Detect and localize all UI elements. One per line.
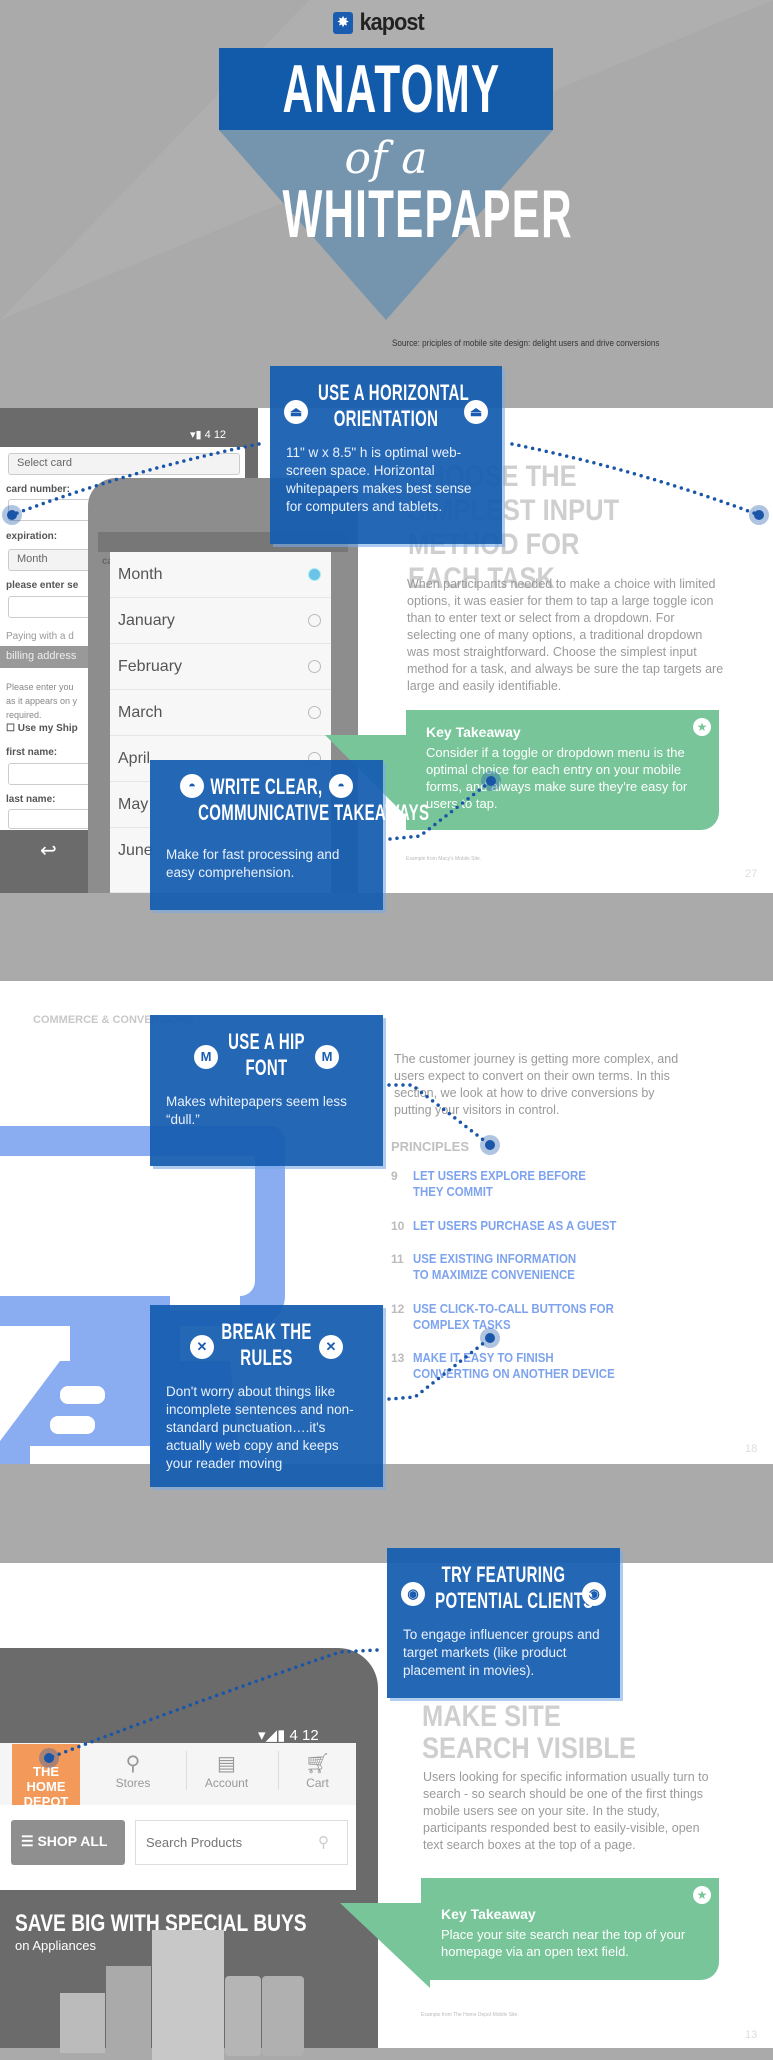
shop-all-button[interactable]: ☰ SHOP ALL	[11, 1820, 125, 1865]
radio-icon	[308, 706, 321, 719]
last-name-label: last name:	[6, 794, 56, 805]
home-depot-logo[interactable]: THE HOME DEPOT	[12, 1744, 80, 1809]
principle-item[interactable]: LET USERS PURCHASE AS A GUEST	[413, 1218, 616, 1234]
status-time: 4 12	[204, 429, 227, 441]
key-takeaway-box: ★ Key Takeaway Consider if a toggle or d…	[406, 710, 719, 830]
security-code-label: please enter se	[6, 580, 79, 591]
iron-icon: ⏏	[284, 400, 308, 424]
logo-text: kapost	[359, 9, 425, 36]
principle-item[interactable]: MAKE IT EASY TO FINISH CONVERTING ON ANOT…	[413, 1350, 615, 1382]
month-option[interactable]: February	[110, 644, 331, 690]
title-whitepaper: WHITEPAPER	[282, 176, 573, 252]
status-time: 4 12	[289, 1727, 319, 1744]
kapost-logo-icon: ✸	[333, 12, 353, 34]
callout-hip-font: M M USE A HIP FONT Makes whitepapers seem…	[150, 1015, 383, 1166]
takeaway-text: Consider if a toggle or dropdown menu is…	[426, 745, 688, 811]
callout-break-rules: ✕ ✕ BREAK THE RULES Don't worry about thi…	[150, 1305, 383, 1487]
key-takeaway-box: ★ Key Takeaway Place your site search ne…	[421, 1878, 719, 1980]
eye-icon: ◉	[401, 1582, 425, 1606]
app-header: THE HOME DEPOT ⚲ Stores ▤ Account 🛒︎ Cart	[0, 1743, 356, 1809]
callout-body: Don't worry about things like incomplete…	[166, 1384, 354, 1471]
callout-body: Makes whitepapers seem less “dull.”	[166, 1094, 347, 1127]
radio-icon	[308, 660, 321, 673]
whitepaper-page-18: COMMERCE & CONVERSIONS The customer jour…	[0, 981, 773, 1464]
back-arrow-icon[interactable]: ↩	[40, 838, 57, 863]
principle-item[interactable]: LET USERS EXPLORE BEFORE THEY COMMIT	[413, 1168, 586, 1200]
principles-label: PRINCIPLES	[391, 1139, 470, 1154]
month-option[interactable]: January	[110, 598, 331, 644]
page-body-text: Users looking for specific information u…	[423, 1770, 709, 1852]
principle-item[interactable]: USE CLICK-TO-CALL BUTTONS FOR COMPLEX TAS…	[413, 1301, 614, 1333]
callout-potential-clients: ◉ ◉ TRY FEATURING POTENTIAL CLIENTS To en…	[387, 1548, 620, 1698]
page-heading: MAKE SITE SEARCH VISIBLE	[422, 1701, 674, 1765]
principle-item[interactable]: USE EXISTING INFORMATION TO MAXIMIZE CONV…	[413, 1251, 576, 1283]
star-icon: ★	[693, 718, 711, 736]
page-body-text: When participants needed to make a choic…	[407, 577, 724, 693]
page-number: 27	[745, 868, 758, 880]
nav-cart[interactable]: 🛒︎ Cart	[278, 1751, 356, 1790]
heading-line: MAKE SITE	[422, 1700, 561, 1733]
radio-icon	[308, 614, 321, 627]
page-caption: Example from The Home Depot Mobile Site.	[421, 2012, 519, 2018]
callout-body: Make for fast processing and easy compre…	[166, 847, 340, 880]
search-products-input[interactable]	[135, 1820, 348, 1865]
billing-note: Please enter you as it appears on y requir…	[6, 682, 78, 720]
star-icon: ★	[693, 1886, 711, 1904]
title-anatomy: ANATOMY	[282, 51, 501, 127]
takeaway-label: Key Takeaway	[426, 724, 521, 740]
takeaway-label: Key Takeaway	[441, 1906, 536, 1922]
expiration-label: expiration:	[6, 531, 58, 542]
page-number: 18	[745, 1443, 758, 1455]
callout-write-clear: ◓ ◓ WRITE CLEAR, COMMUNICATIVE TAKEAWAYS …	[150, 760, 429, 910]
nav-stores[interactable]: ⚲ Stores	[93, 1751, 173, 1790]
section-intro: The customer journey is getting more com…	[394, 1052, 679, 1117]
home-depot-phone: ▾◢▮ 4 12 THE HOME DEPOT ⚲ Stores ▤ Account…	[0, 1648, 378, 2060]
nav-account[interactable]: ▤ Account	[186, 1751, 266, 1790]
callout-body: To engage influencer groups and target m…	[403, 1627, 600, 1678]
cart-icon: 🛒︎	[304, 1753, 331, 1775]
takeaway-text: Place your site search near the top of y…	[441, 1927, 686, 1959]
title-banner: ANATOMY	[219, 48, 553, 130]
page-caption: Example from Macy's Mobile Site.	[406, 856, 482, 862]
callout-horizontal-orientation: ⏏ ⏏ USE A HORIZONTAL ORIENTATION 11" w x …	[270, 366, 502, 544]
paying-note: Paying with a d	[6, 631, 74, 642]
page-number: 13	[745, 2029, 758, 2041]
source-note: Source: priciples of mobile site design:…	[392, 338, 660, 348]
month-option[interactable]: March	[110, 690, 331, 736]
location-pin-icon: ⚲	[125, 1753, 141, 1775]
month-option[interactable]: Month	[110, 552, 331, 598]
search-icon[interactable]: ⚲	[318, 1833, 329, 1851]
promo-subtitle: on Appliances	[15, 1938, 96, 1953]
radio-selected-icon	[308, 568, 321, 581]
kapost-logo: ✸ kapost	[333, 9, 427, 37]
search-row: ☰ SHOP ALL ⚲	[0, 1805, 356, 1890]
heading-line: SEARCH VISIBLE	[422, 1732, 636, 1765]
card-number-label: card number:	[6, 484, 70, 495]
use-shipping-checkbox[interactable]: ☐ Use my Ship	[6, 723, 78, 734]
callout-body: 11" w x 8.5" h is optimal web-screen spa…	[286, 445, 472, 514]
first-name-label: first name:	[6, 747, 58, 758]
status-bar: ▾▮ 4 12	[190, 429, 227, 441]
select-card-dropdown[interactable]: Select card	[8, 453, 240, 475]
title-sub: of a WHITEPAPER	[219, 133, 573, 252]
account-card-icon: ▤	[217, 1753, 236, 1775]
status-bar: ▾◢▮ 4 12	[258, 1727, 319, 1744]
